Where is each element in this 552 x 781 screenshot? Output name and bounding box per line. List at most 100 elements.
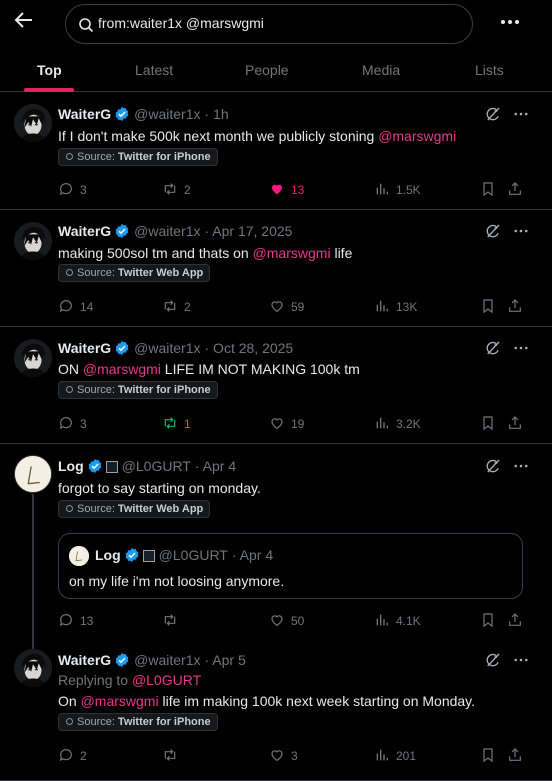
reply-icon	[58, 298, 74, 314]
tweet-2[interactable]: WaiterG @waiter1x · Apr 17, 2025 making 50…	[0, 210, 552, 327]
handle[interactable]: @waiter1x	[134, 340, 200, 356]
mention-link[interactable]: @marswgmi	[83, 361, 161, 377]
more-icon[interactable]	[512, 651, 530, 669]
bookmark-button[interactable]	[480, 415, 496, 433]
handle[interactable]: @waiter1x	[134, 652, 200, 668]
reply-button[interactable]: 3	[58, 415, 87, 433]
tweet-header-icons	[484, 222, 530, 240]
reply-icon	[58, 415, 74, 431]
mention-link[interactable]: @marswgmi	[378, 128, 456, 144]
search-input[interactable]: from:waiter1x @marswgmi	[65, 4, 473, 44]
like-button[interactable]: 13	[269, 181, 304, 199]
display-name[interactable]: Log	[58, 458, 84, 474]
grok-icon[interactable]	[484, 457, 502, 475]
bookmark-button[interactable]	[480, 747, 496, 765]
more-icon[interactable]	[512, 457, 530, 475]
tweet-1[interactable]: WaiterG @waiter1x · 1h If I don't make 500…	[0, 92, 552, 210]
bookmark-button[interactable]	[480, 612, 496, 630]
mention-link[interactable]: @marswgmi	[253, 245, 331, 261]
tab-latest[interactable]: Latest	[135, 52, 173, 92]
quoted-timestamp: · Apr 4	[231, 547, 274, 563]
tweet-header-icons	[484, 457, 530, 475]
reply-icon	[58, 747, 74, 763]
source-badge: Source: Twitter Web App	[58, 500, 211, 518]
timestamp[interactable]: · 1h	[205, 106, 229, 122]
views-button[interactable]: 3.2K	[374, 415, 421, 433]
avatar[interactable]	[14, 339, 52, 377]
avatar[interactable]	[14, 222, 52, 260]
timestamp[interactable]: · Oct 28, 2025	[205, 340, 294, 356]
thread-connector-line	[32, 494, 34, 649]
reply-button[interactable]: 14	[58, 298, 93, 316]
retweet-button[interactable]: 2	[162, 298, 191, 316]
verified-badge-icon	[114, 340, 130, 356]
avatar[interactable]	[14, 649, 52, 687]
grok-icon[interactable]	[484, 105, 502, 123]
handle[interactable]: @L0GURT	[122, 458, 191, 474]
tab-people[interactable]: People	[245, 52, 289, 92]
tweet-text: On @marswgmi life im making 100k next we…	[58, 693, 476, 709]
search-icon	[79, 18, 94, 33]
more-icon[interactable]	[512, 222, 530, 240]
like-button[interactable]: 19	[269, 415, 304, 433]
views-button[interactable]: 201	[374, 747, 416, 765]
tweet-text: ON @marswgmi LIFE IM NOT MAKING 100k tm	[58, 361, 360, 377]
tab-media[interactable]: Media	[362, 52, 400, 92]
search-query: from:waiter1x @marswgmi	[98, 15, 264, 31]
share-button[interactable]	[507, 612, 523, 630]
tweet-3[interactable]: WaiterG @waiter1x · Oct 28, 2025 ON @marsw…	[0, 327, 552, 444]
views-button[interactable]: 1.5K	[374, 181, 421, 199]
share-button[interactable]	[507, 415, 523, 433]
avatar[interactable]	[14, 104, 52, 142]
quoted-text: on my life i'm not loosing anymore.	[69, 573, 285, 589]
reply-button[interactable]: 2	[58, 747, 87, 765]
mention-link[interactable]: @marswgmi	[81, 693, 159, 709]
like-button[interactable]: 3	[269, 747, 298, 765]
replying-to-link[interactable]: @L0GURT	[132, 672, 201, 688]
bookmark-button[interactable]	[480, 298, 496, 316]
display-name[interactable]: WaiterG	[58, 340, 111, 356]
verified-badge-icon	[124, 547, 140, 563]
grok-icon[interactable]	[484, 222, 502, 240]
quoted-tweet[interactable]: Log @L0GURT · Apr 4 on my life i'm not loo…	[58, 533, 523, 599]
tweet-actions: 3 2 13 1.5K	[58, 181, 524, 199]
more-options-icon[interactable]	[498, 10, 522, 34]
retweet-button[interactable]: 2	[162, 181, 191, 199]
tab-lists[interactable]: Lists	[475, 52, 504, 92]
back-arrow-icon[interactable]	[12, 8, 36, 32]
reply-button[interactable]: 3	[58, 181, 87, 199]
handle[interactable]: @waiter1x	[134, 106, 200, 122]
bookmark-button[interactable]	[480, 181, 496, 199]
reply-button[interactable]: 13	[58, 612, 93, 630]
retweet-button[interactable]	[162, 612, 178, 630]
share-button[interactable]	[507, 181, 523, 199]
share-button[interactable]	[507, 298, 523, 316]
display-name[interactable]: WaiterG	[58, 106, 111, 122]
avatar[interactable]	[14, 455, 52, 493]
retweet-button[interactable]	[162, 747, 178, 765]
bookmark-icon	[480, 415, 496, 431]
like-button[interactable]: 59	[269, 298, 304, 316]
display-name[interactable]: WaiterG	[58, 223, 111, 239]
timestamp[interactable]: · Apr 5	[205, 652, 246, 668]
tweet-header: Log @L0GURT · Apr 4	[58, 457, 236, 475]
quoted-handle: @L0GURT	[158, 547, 228, 563]
tweet-actions: 3 1 19 3.2K	[58, 415, 524, 433]
grok-icon[interactable]	[484, 339, 502, 357]
timestamp[interactable]: · Apr 17, 2025	[205, 223, 293, 239]
tab-top[interactable]: Top	[37, 52, 62, 92]
views-button[interactable]: 4.1K	[374, 612, 421, 630]
affiliate-badge-icon	[142, 550, 155, 562]
handle[interactable]: @waiter1x	[134, 223, 200, 239]
timestamp[interactable]: · Apr 4	[195, 458, 236, 474]
like-button[interactable]: 50	[269, 612, 304, 630]
display-name[interactable]: WaiterG	[58, 652, 111, 668]
grok-icon[interactable]	[484, 651, 502, 669]
share-button[interactable]	[507, 747, 523, 765]
more-icon[interactable]	[512, 105, 530, 123]
views-button[interactable]: 13K	[374, 298, 417, 316]
views-icon	[374, 747, 390, 763]
more-icon[interactable]	[512, 339, 530, 357]
retweet-button[interactable]: 1	[162, 415, 191, 433]
tweet-text: making 500sol tm and thats on @marswgmi …	[58, 245, 353, 261]
